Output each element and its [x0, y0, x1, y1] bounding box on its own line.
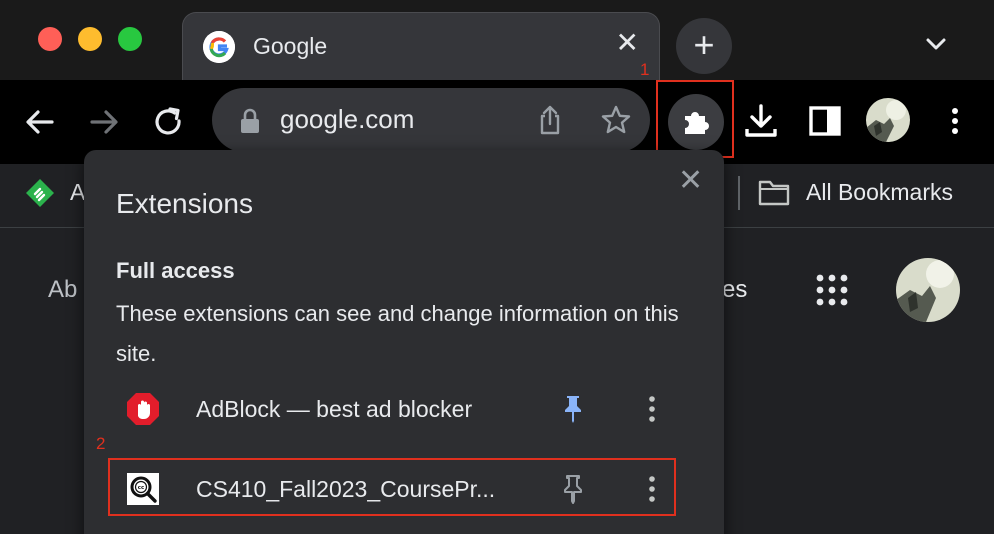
- all-bookmarks-link[interactable]: All Bookmarks: [806, 179, 953, 206]
- address-bar[interactable]: google.com: [212, 88, 650, 152]
- close-window-button[interactable]: [38, 27, 62, 51]
- kebab-menu-icon[interactable]: [936, 102, 974, 140]
- images-link-partial[interactable]: es: [722, 276, 747, 304]
- google-favicon-icon: [203, 31, 235, 63]
- annotation-box-2: [108, 458, 676, 516]
- new-tab-button[interactable]: +: [676, 18, 732, 74]
- annotation-marker-1: 1: [640, 60, 650, 79]
- account-avatar[interactable]: [896, 258, 960, 322]
- annotation-box-1: [656, 80, 734, 158]
- tab-title: Google: [253, 33, 328, 59]
- tab-close-icon[interactable]: ✕: [616, 29, 639, 57]
- pin-icon[interactable]: [560, 394, 586, 424]
- back-arrow-icon[interactable]: [20, 102, 60, 142]
- download-icon[interactable]: [742, 102, 780, 140]
- tab-google[interactable]: Google ✕: [182, 12, 660, 80]
- url-text[interactable]: google.com: [280, 104, 414, 135]
- extension-menu-icon[interactable]: [644, 394, 660, 424]
- tab-strip: Google ✕ +: [0, 0, 994, 80]
- about-link-partial[interactable]: Ab: [48, 276, 77, 304]
- extension-name: AdBlock — best ad blocker: [196, 396, 473, 422]
- feedly-icon[interactable]: [24, 177, 56, 209]
- close-icon[interactable]: ✕: [678, 166, 703, 196]
- adblock-icon: [126, 392, 160, 426]
- chevron-down-icon[interactable]: [922, 30, 950, 58]
- profile-avatar[interactable]: [866, 98, 910, 142]
- lock-icon[interactable]: [238, 108, 262, 134]
- bookmark-star-icon[interactable]: [600, 104, 632, 136]
- apps-grid-icon[interactable]: [814, 272, 850, 308]
- share-icon[interactable]: [534, 104, 566, 136]
- reload-icon[interactable]: [148, 102, 188, 142]
- folder-icon: [758, 178, 790, 206]
- popup-title: Extensions: [116, 188, 253, 219]
- zoom-window-button[interactable]: [118, 27, 142, 51]
- forward-arrow-icon[interactable]: [84, 102, 124, 142]
- annotation-marker-2: 2: [96, 434, 106, 453]
- bookmark-separator: [738, 176, 740, 210]
- minimize-window-button[interactable]: [78, 27, 102, 51]
- extension-row-adblock[interactable]: AdBlock — best ad blocker: [84, 378, 724, 442]
- section-title: Full access: [116, 258, 235, 283]
- section-description: These extensions can see and change info…: [116, 301, 679, 366]
- side-panel-icon[interactable]: [806, 102, 844, 140]
